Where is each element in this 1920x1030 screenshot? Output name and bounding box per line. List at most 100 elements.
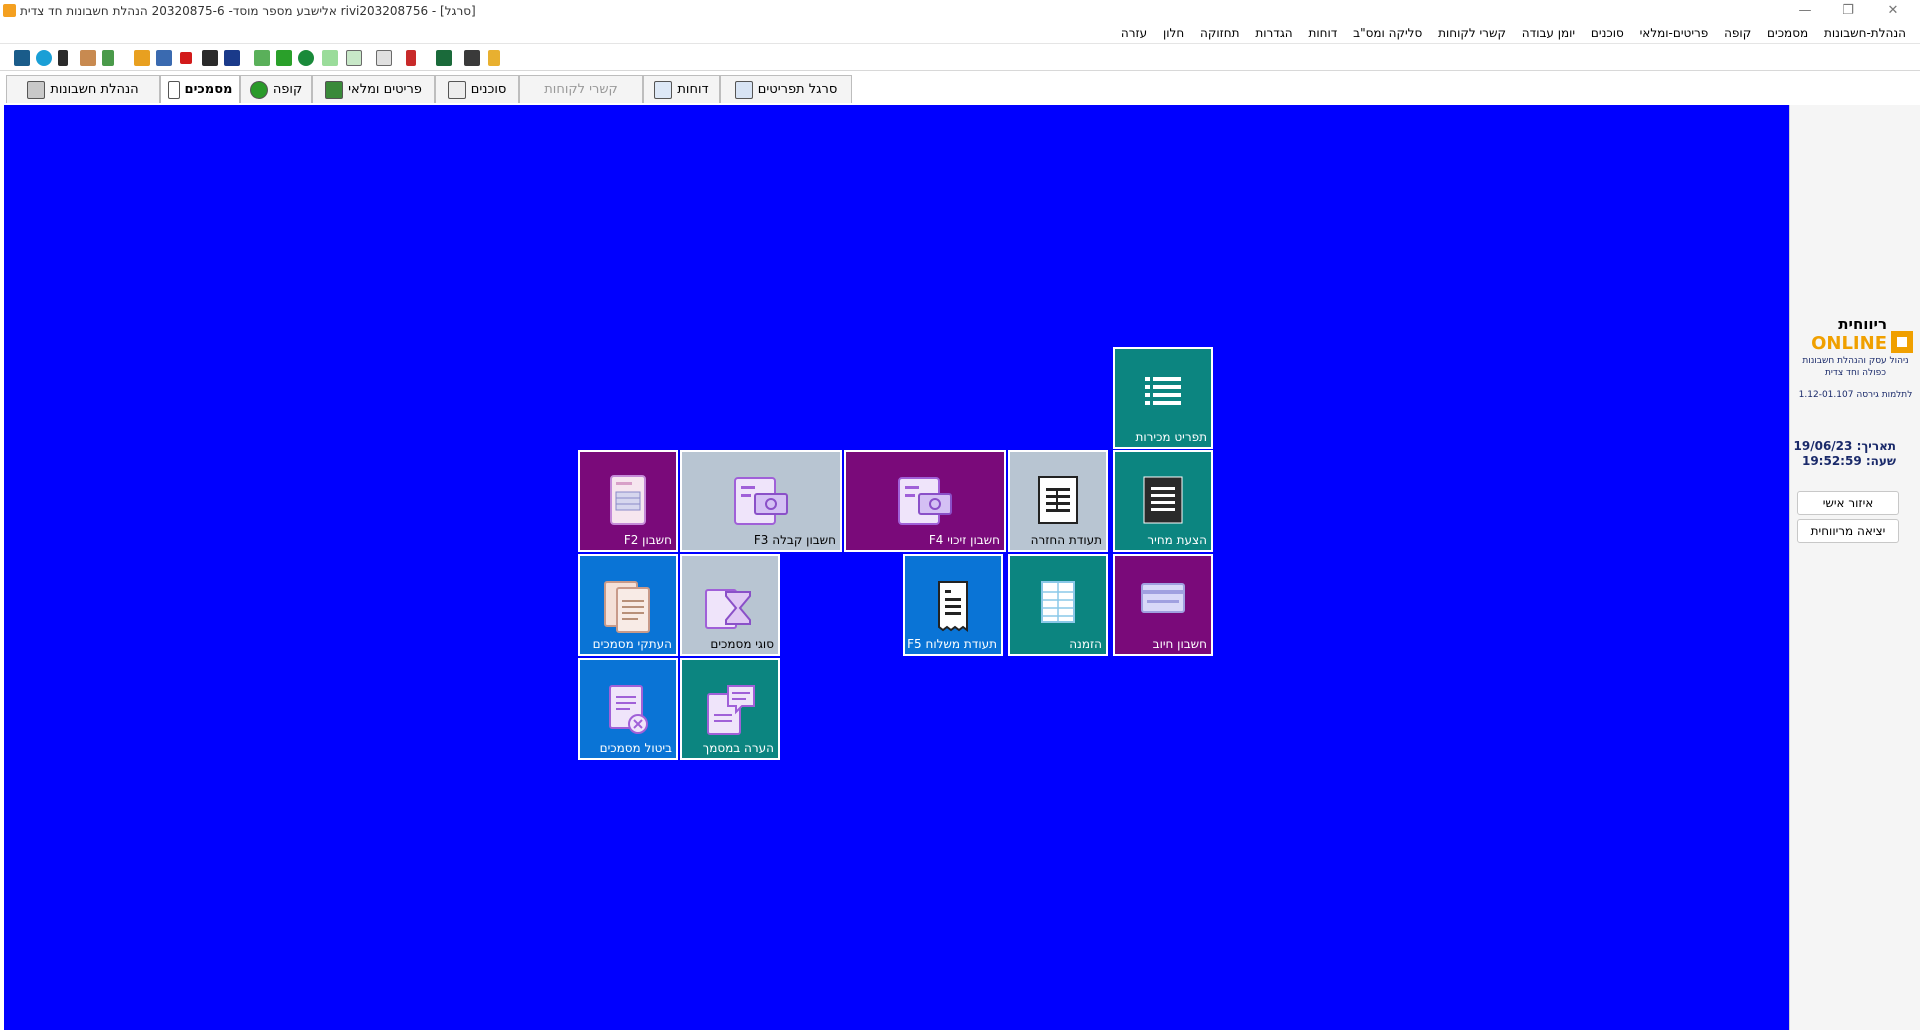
stop-icon[interactable] bbox=[180, 52, 192, 64]
tab-label: סוכנים bbox=[470, 82, 507, 97]
zoom-icon[interactable] bbox=[346, 50, 362, 66]
document-copies-icon bbox=[604, 581, 650, 633]
export-icon[interactable] bbox=[254, 50, 270, 66]
tile-credit-invoice[interactable]: חשבון זיכוי F4 bbox=[844, 450, 1006, 552]
tile-sales-menu[interactable]: תפריט מכירות bbox=[1113, 347, 1213, 449]
logo-word: ריווחית bbox=[1838, 315, 1887, 333]
desktop-area: תפריט מכירות חשבון F2 חשבון קבלה F3 חשבו… bbox=[4, 105, 1789, 1030]
tile-doc-comment[interactable]: הערה במסמך bbox=[680, 658, 780, 760]
minimize-button[interactable]: — bbox=[1790, 2, 1820, 20]
date-row: תאריך: 19/06/23 bbox=[1794, 439, 1896, 453]
tab-menu-bar[interactable]: סרגל תפריטים bbox=[720, 75, 852, 103]
side-panel: ריווחית ONLINE ניהול עסק והנהלת חשבונות … bbox=[1789, 105, 1920, 1030]
menu-agents[interactable]: סוכנים bbox=[1585, 22, 1630, 44]
tab-reports[interactable]: דוחות bbox=[643, 75, 720, 103]
invoice-icon bbox=[610, 475, 646, 525]
tile-label: חשבון F2 bbox=[623, 533, 672, 547]
tab-label: קשרי לקוחות bbox=[544, 82, 618, 97]
spreadsheet-icon[interactable] bbox=[436, 50, 452, 66]
menu-reports[interactable]: דוחות bbox=[1302, 22, 1343, 44]
tab-label: דוחות bbox=[677, 82, 709, 97]
exit-button[interactable]: יציאה מריווחית bbox=[1797, 519, 1899, 543]
calendar-icon[interactable] bbox=[156, 50, 172, 66]
user-icon[interactable] bbox=[134, 50, 150, 66]
tile-label: תעודת משלוח F5 bbox=[907, 637, 997, 651]
menu-documents[interactable]: מסמכים bbox=[1761, 22, 1814, 44]
tile-label: הצעת מחיר bbox=[1147, 533, 1207, 547]
tile-label: חשבון קבלה F3 bbox=[753, 533, 836, 547]
menu-clearing[interactable]: סליקה ומס"ב bbox=[1347, 22, 1428, 44]
tab-accounting[interactable]: הנהלת חשבונות bbox=[6, 75, 160, 103]
tile-label: הערה במסמך bbox=[702, 741, 774, 755]
tile-doc-cancel[interactable]: ביטול מסמכים bbox=[578, 658, 678, 760]
menu-window[interactable]: חלון bbox=[1157, 22, 1190, 44]
money-icon[interactable] bbox=[298, 50, 314, 66]
menu-accounting[interactable]: הנהלת-חשבונות bbox=[1818, 22, 1912, 44]
inventory-icon bbox=[325, 80, 344, 99]
menu-help[interactable]: עזרה bbox=[1115, 22, 1153, 44]
globe-icon[interactable] bbox=[36, 50, 52, 66]
date-value: 19/06/23 bbox=[1793, 439, 1853, 453]
personal-area-button[interactable]: איזור אישי bbox=[1797, 491, 1899, 515]
menu-maintenance[interactable]: תחזוקה bbox=[1194, 22, 1246, 44]
price-quote-icon bbox=[1143, 476, 1183, 524]
time-row: שעה: 19:52:59 bbox=[1802, 454, 1896, 468]
hourglass-document-icon bbox=[705, 589, 751, 629]
menu-items-inventory[interactable]: פריטים-ומלאי bbox=[1634, 22, 1715, 44]
grid-icon[interactable] bbox=[224, 50, 240, 66]
tile-invoice[interactable]: חשבון F2 bbox=[578, 450, 678, 552]
tools-icon[interactable] bbox=[58, 50, 68, 66]
list-icon[interactable] bbox=[376, 50, 392, 66]
tile-return-doc[interactable]: תעודת החזרה bbox=[1008, 450, 1108, 552]
credit-invoice-icon bbox=[898, 477, 952, 525]
tile-label: תפריט מכירות bbox=[1135, 430, 1207, 444]
clipboard-icon bbox=[167, 80, 180, 99]
toolbar bbox=[0, 45, 1920, 71]
tile-label: סוגי מסמכים bbox=[710, 637, 774, 651]
tab-documents[interactable]: מסמכים bbox=[160, 75, 240, 103]
tab-customer-relations[interactable]: קשרי לקוחות bbox=[519, 75, 643, 103]
tile-order[interactable]: הזמנה bbox=[1008, 554, 1108, 656]
time-value: 19:52:59 bbox=[1801, 454, 1862, 468]
cash-register-icon bbox=[249, 80, 268, 99]
menu-bar: הנהלת-חשבונות מסמכים קופה פריטים-ומלאי ס… bbox=[0, 22, 1920, 44]
tile-label: ביטול מסמכים bbox=[599, 741, 672, 755]
tab-cash[interactable]: קופה bbox=[240, 75, 312, 103]
pen-icon[interactable] bbox=[406, 50, 416, 66]
tile-debit-invoice[interactable]: חשבון חיוב bbox=[1113, 554, 1213, 656]
tab-agents[interactable]: סוכנים bbox=[435, 75, 519, 103]
menu-bar-icon bbox=[734, 80, 753, 99]
menu-settings[interactable]: הגדרות bbox=[1249, 22, 1298, 44]
play-icon[interactable] bbox=[322, 50, 338, 66]
download-icon[interactable] bbox=[276, 50, 292, 66]
title-bar: [סרגל] - rivi203208756 אלישבע מספר מוסד-… bbox=[0, 0, 1920, 22]
tab-items-inventory[interactable]: פריטים ומלאי bbox=[312, 75, 435, 103]
counter-icon[interactable] bbox=[202, 50, 218, 66]
menu-customer-relations[interactable]: קשרי לקוחות bbox=[1432, 22, 1512, 44]
tile-receipt-invoice[interactable]: חשבון קבלה F3 bbox=[680, 450, 842, 552]
tile-label: תעודת החזרה bbox=[1030, 533, 1102, 547]
agent-icon bbox=[447, 80, 466, 99]
calculator-icon[interactable] bbox=[80, 50, 96, 66]
tile-doc-types[interactable]: סוגי מסמכים bbox=[680, 554, 780, 656]
tile-doc-copies[interactable]: העתקי מסמכים bbox=[578, 554, 678, 656]
home-icon[interactable] bbox=[14, 50, 30, 66]
tile-label: חשבון זיכוי F4 bbox=[928, 533, 1000, 547]
tile-label: הזמנה bbox=[1069, 637, 1102, 651]
menu-work-log[interactable]: יומן עבודה bbox=[1516, 22, 1581, 44]
cancel-document-icon bbox=[609, 685, 648, 734]
printer-icon[interactable] bbox=[464, 50, 480, 66]
formula-icon[interactable] bbox=[102, 50, 114, 66]
date-label: תאריך: bbox=[1856, 439, 1896, 453]
close-button[interactable]: ✕ bbox=[1878, 2, 1908, 20]
tab-label: סרגל תפריטים bbox=[757, 82, 838, 97]
menu-cash[interactable]: קופה bbox=[1718, 22, 1757, 44]
tile-delivery-note[interactable]: תעודת משלוח F5 bbox=[903, 554, 1003, 656]
restore-button[interactable]: ❐ bbox=[1833, 2, 1863, 20]
tab-label: מסמכים bbox=[184, 82, 233, 97]
exit-door-icon[interactable] bbox=[488, 50, 500, 66]
tile-price-quote[interactable]: הצעת מחיר bbox=[1113, 450, 1213, 552]
comment-document-icon bbox=[707, 685, 755, 735]
tab-label: קופה bbox=[272, 82, 303, 97]
tab-bar: סרגל תפריטים דוחות קשרי לקוחות סוכנים פר… bbox=[0, 72, 1920, 105]
